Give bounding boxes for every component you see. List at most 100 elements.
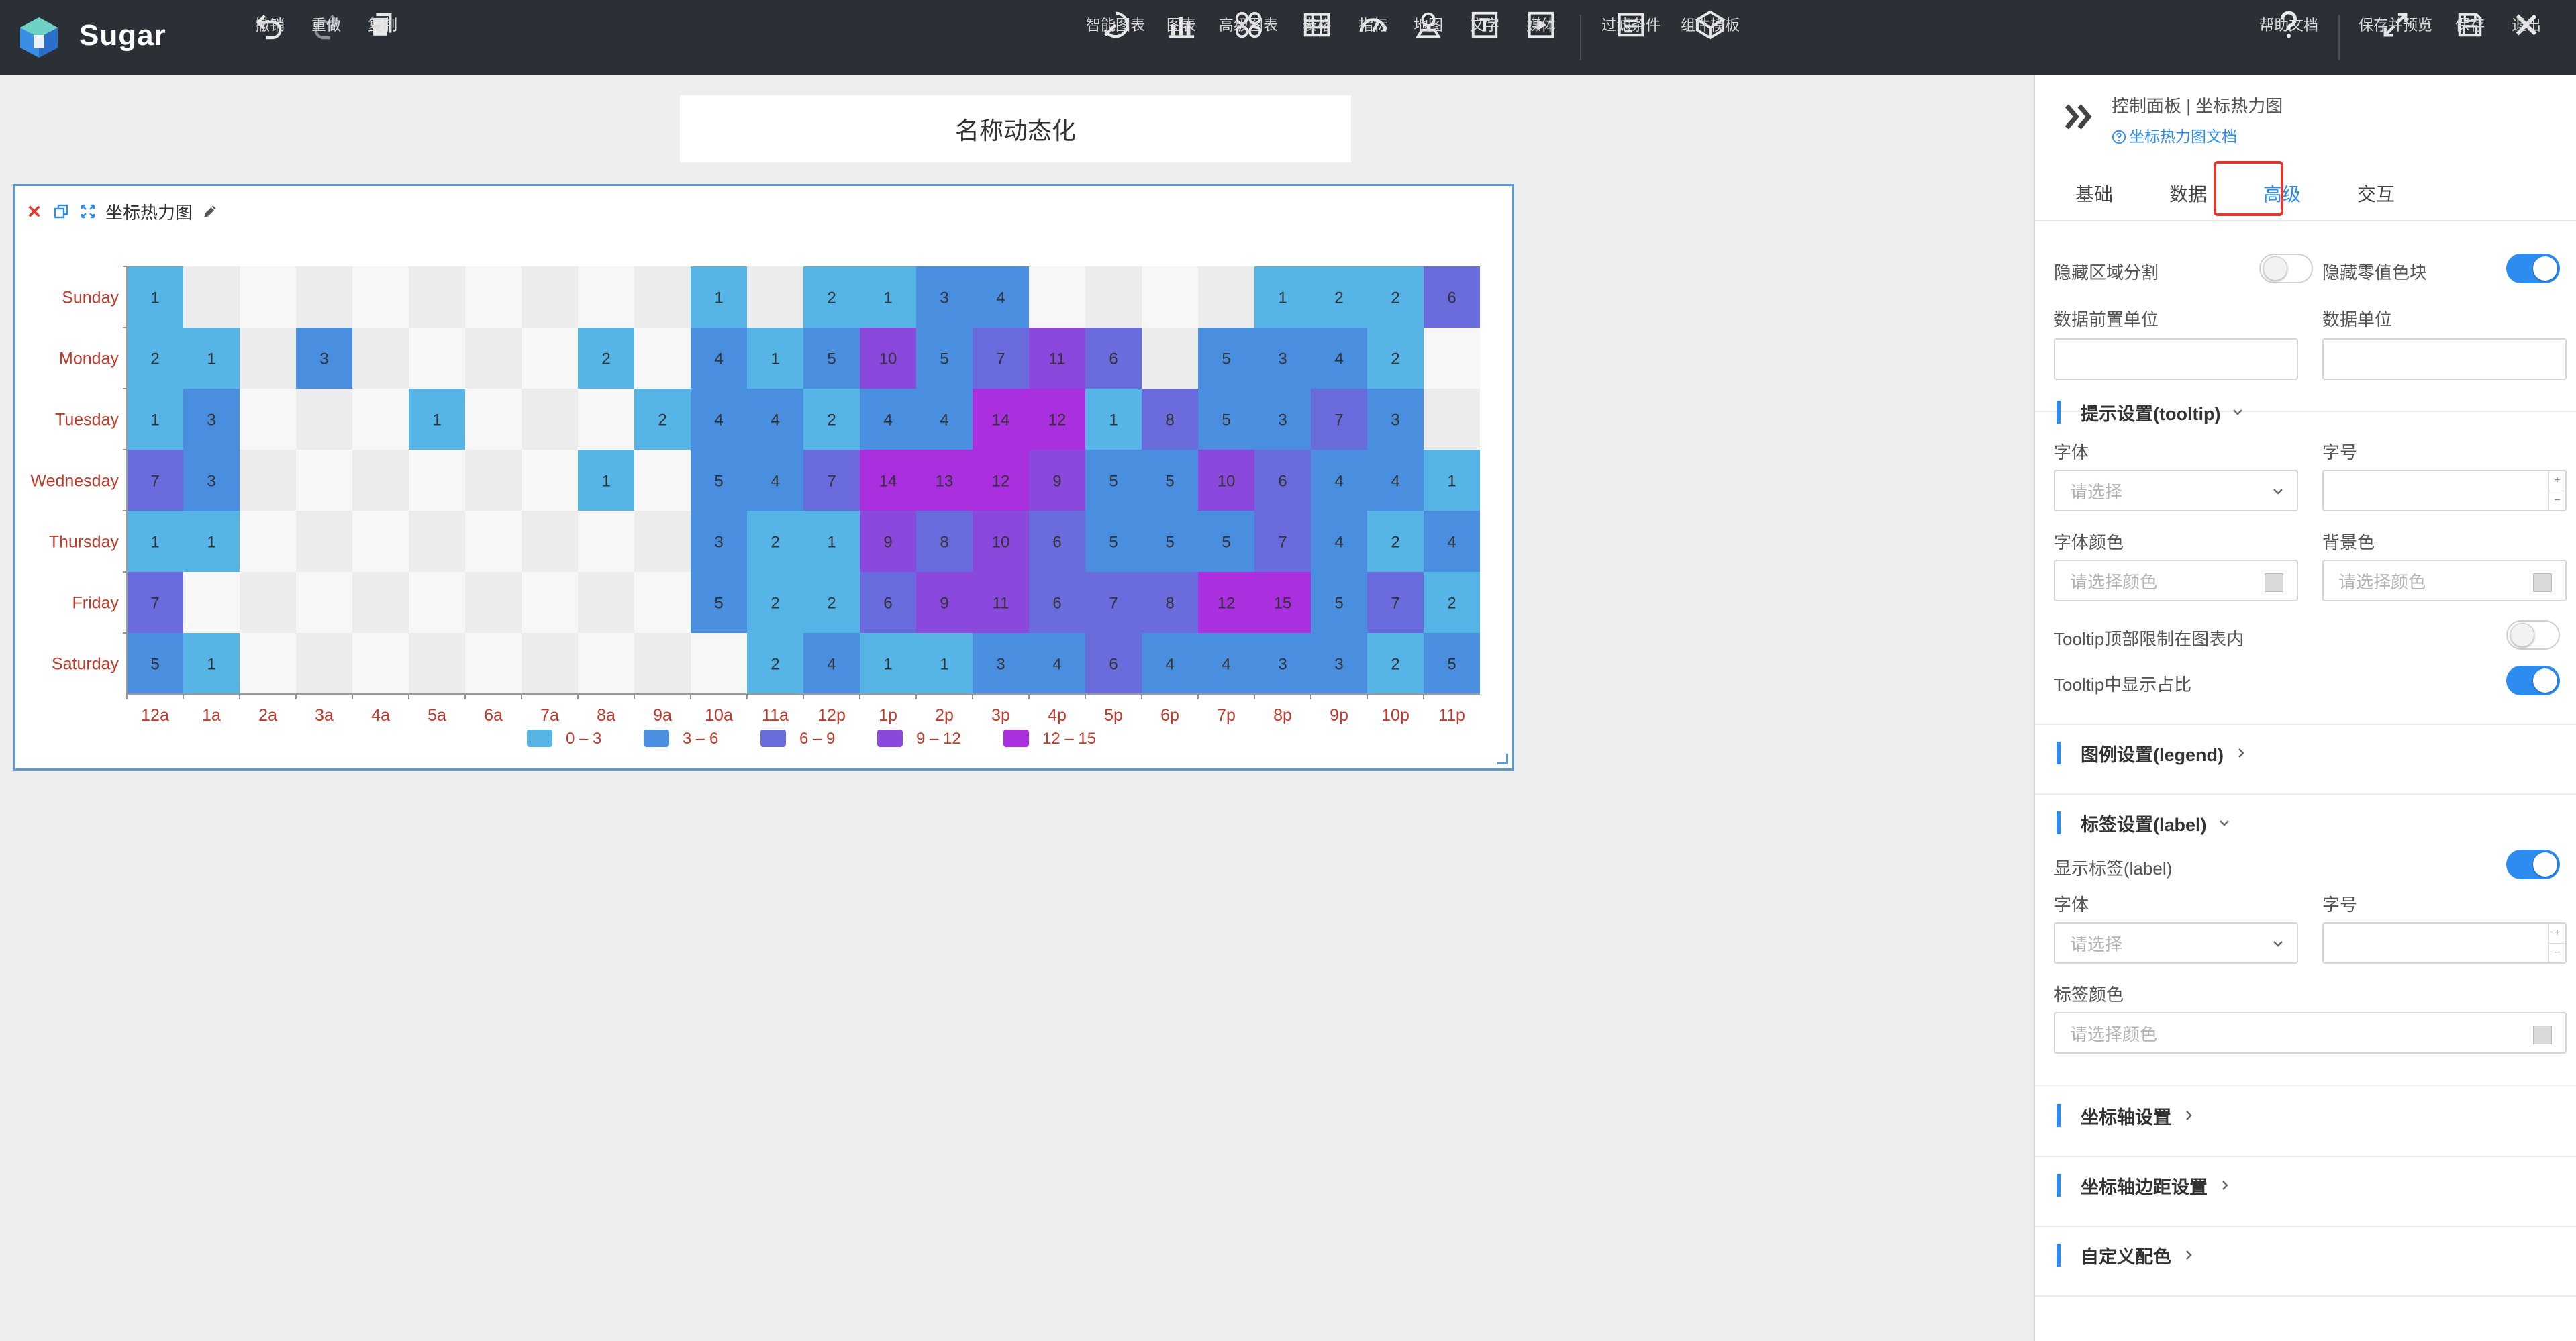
duplicate-icon[interactable] (52, 202, 70, 221)
heatmap-cell[interactable] (409, 511, 465, 572)
heatmap-cell[interactable] (1424, 389, 1480, 450)
media-button[interactable]: 媒体 (1522, 9, 1560, 70)
heatmap-cell[interactable] (1085, 266, 1142, 328)
heatmap-cell[interactable] (296, 389, 352, 450)
tab-data[interactable]: 数据 (2156, 165, 2220, 219)
chart-button[interactable]: 图表 (1162, 9, 1200, 70)
smart-chart-button[interactable]: 智能图表 (1081, 9, 1150, 70)
legend-swatch[interactable] (877, 730, 903, 747)
heatmap-cell[interactable] (352, 328, 409, 389)
redo-button[interactable]: 重做 (307, 9, 345, 70)
tooltip-percent-toggle[interactable] (2506, 666, 2560, 695)
heatmap-cell[interactable] (1142, 266, 1198, 328)
heatmap-cell[interactable] (578, 389, 634, 450)
double-chevron-right-icon[interactable] (2061, 98, 2098, 136)
heatmap-cell[interactable] (240, 450, 296, 511)
heatmap-cell[interactable] (634, 572, 691, 633)
size-stepper[interactable]: + − (2548, 924, 2565, 962)
heatmap-cell[interactable] (522, 328, 578, 389)
heatmap-cell[interactable] (1198, 266, 1254, 328)
label-size-input[interactable]: + − (2322, 922, 2567, 964)
heatmap-cell[interactable] (522, 633, 578, 694)
heatmap-cell[interactable] (409, 633, 465, 694)
text-button[interactable]: 文字 (1466, 9, 1503, 70)
label-color-picker[interactable]: 请选择颜色 (2054, 1012, 2567, 1054)
heatmap-cell[interactable] (1424, 328, 1480, 389)
tab-interaction[interactable]: 交互 (2344, 165, 2408, 219)
heatmap-cell[interactable] (183, 572, 240, 633)
heatmap-cell[interactable] (409, 266, 465, 328)
heatmap-cell[interactable] (240, 266, 296, 328)
heatmap-cell[interactable] (634, 328, 691, 389)
save-button[interactable]: 保存 (2451, 9, 2489, 70)
heatmap-cell[interactable] (352, 572, 409, 633)
heatmap-cell[interactable] (296, 633, 352, 694)
save-preview-button[interactable]: 保存并预览 (2352, 9, 2439, 70)
heatmap-cell[interactable] (296, 266, 352, 328)
map-button[interactable]: 地图 (1409, 9, 1447, 70)
heatmap-cell[interactable] (465, 450, 522, 511)
heatmap-cell[interactable] (578, 633, 634, 694)
undo-button[interactable]: 撤销 (251, 9, 289, 70)
resize-handle[interactable] (1497, 754, 1508, 764)
heatmap-cell[interactable] (634, 450, 691, 511)
heatmap-cell[interactable] (352, 511, 409, 572)
tooltip-bg-color-picker[interactable]: 请选择颜色 (2322, 560, 2567, 601)
heatmap-cell[interactable] (352, 450, 409, 511)
heatmap-cell[interactable] (409, 572, 465, 633)
metric-button[interactable]: 指标 (1354, 9, 1392, 70)
legend-swatch[interactable] (760, 730, 786, 747)
heatmap-cell[interactable] (296, 511, 352, 572)
show-label-toggle[interactable] (2506, 850, 2560, 879)
legend-swatch[interactable] (644, 730, 669, 747)
heatmap-cell[interactable] (352, 633, 409, 694)
custom-color-section-header[interactable]: 自定义配色 (2057, 1242, 2197, 1269)
size-stepper[interactable]: + − (2548, 471, 2565, 510)
heatmap-cell[interactable] (522, 266, 578, 328)
label-section-header[interactable]: 标签设置(label) (2057, 809, 2232, 836)
heatmap-cell[interactable] (352, 389, 409, 450)
edit-pencil-icon[interactable] (201, 202, 219, 221)
filter-button[interactable]: 过滤条件 (1596, 9, 1666, 70)
axis-section-header[interactable]: 坐标轴设置 (2057, 1102, 2197, 1129)
label-font-select[interactable]: 请选择 (2054, 922, 2298, 964)
heatmap-cell[interactable] (634, 511, 691, 572)
table-button[interactable]: 表格 (1298, 9, 1336, 70)
heatmap-cell[interactable] (465, 389, 522, 450)
heatmap-cell[interactable] (240, 511, 296, 572)
heatmap-cell[interactable] (465, 572, 522, 633)
hide-split-toggle[interactable] (2259, 254, 2313, 283)
delete-icon[interactable] (25, 202, 44, 221)
heatmap-cell[interactable] (465, 328, 522, 389)
data-unit-input[interactable] (2322, 338, 2567, 380)
heatmap-cell[interactable] (465, 633, 522, 694)
heatmap-cell[interactable] (240, 389, 296, 450)
heatmap-cell[interactable] (691, 633, 747, 694)
heatmap-cell[interactable] (1029, 266, 1085, 328)
tooltip-font-select[interactable]: 请选择 (2054, 470, 2298, 511)
fullscreen-icon[interactable] (79, 202, 97, 221)
heatmap-cell[interactable] (1142, 328, 1198, 389)
heatmap-cell[interactable] (240, 572, 296, 633)
exit-button[interactable]: 退出 (2508, 9, 2545, 70)
heatmap-cell[interactable] (409, 450, 465, 511)
chart-doc-link[interactable]: 坐标热力图文档 (2112, 123, 2237, 146)
heatmap-cell[interactable] (578, 511, 634, 572)
tab-basic[interactable]: 基础 (2062, 165, 2126, 219)
heatmap-cell[interactable] (465, 266, 522, 328)
heatmap-cell[interactable] (578, 572, 634, 633)
heatmap-cell[interactable] (240, 328, 296, 389)
heatmap-cell[interactable] (465, 511, 522, 572)
help-doc-button[interactable]: 帮助文档 (2254, 9, 2324, 70)
heatmap-cell[interactable] (634, 266, 691, 328)
advanced-chart-button[interactable]: 高级图表 (1213, 9, 1283, 70)
heatmap-chart-card[interactable]: 1 1 2 1 3 4 1 2 2 6 2 1 3 2 4 1 5 10 5 7 11 6 5 3 4 2 1 3 1 2 4 4 2 4 4 14 1… (13, 184, 1514, 771)
dashboard-title[interactable]: 名称动态化 (680, 95, 1351, 162)
heatmap-cell[interactable] (747, 266, 803, 328)
tooltip-font-color-picker[interactable]: 请选择颜色 (2054, 560, 2298, 601)
hide-zero-toggle[interactable] (2506, 254, 2560, 283)
heatmap-cell[interactable] (522, 389, 578, 450)
tab-advanced[interactable]: 高级 (2250, 165, 2314, 219)
tooltip-size-input[interactable]: + − (2322, 470, 2567, 511)
legend-swatch[interactable] (527, 730, 552, 747)
